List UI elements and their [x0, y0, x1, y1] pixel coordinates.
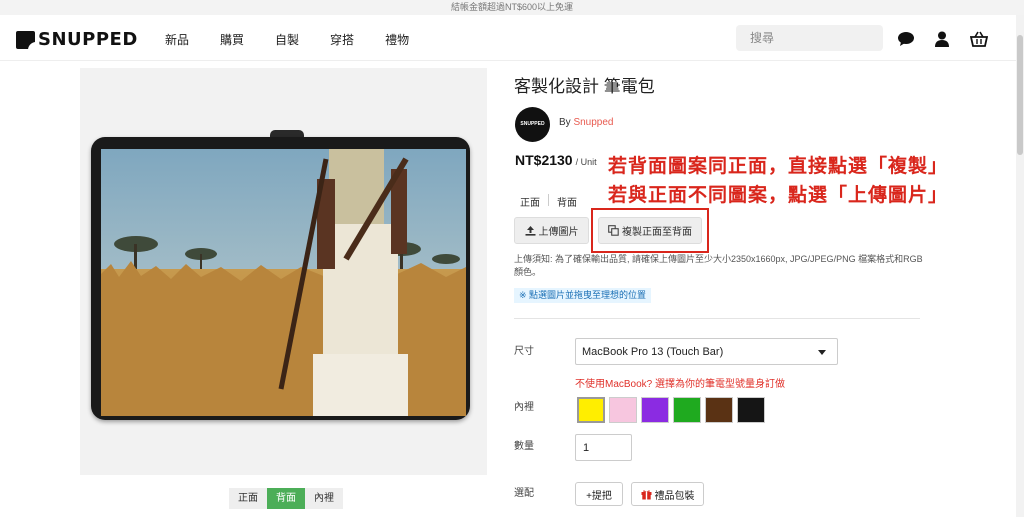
lining-swatch-purple[interactable]: [641, 397, 669, 423]
lining-swatch-green[interactable]: [673, 397, 701, 423]
size-select-value: MacBook Pro 13 (Touch Bar): [582, 346, 724, 358]
product-title: 客製化設計 筆電包: [514, 77, 655, 96]
divider: [514, 318, 920, 319]
search-input[interactable]: 搜尋: [736, 25, 883, 51]
lining-swatch-yellow[interactable]: [577, 397, 605, 423]
side-tab-back[interactable]: 背面: [557, 194, 577, 209]
side-tab-front[interactable]: 正面: [520, 194, 540, 209]
nav-item-new[interactable]: 新品: [165, 31, 189, 48]
design-photo[interactable]: [101, 149, 466, 416]
view-tab-back[interactable]: 背面: [267, 488, 305, 509]
option-handle-button[interactable]: +提把: [575, 482, 623, 506]
drag-hint: ※ 點選圖片並拖曳至理想的位置: [514, 288, 652, 303]
chevron-down-icon: [818, 350, 826, 355]
annotation-line-1: 若背面圖案同正面，直接點選「複製」: [608, 156, 949, 177]
option-gift-wrap-button[interactable]: 禮品包裝: [631, 482, 704, 506]
product-price: NT$2130/ Unit: [515, 152, 597, 168]
main-nav: 新品 購買 自製 穿搭 禮物: [165, 31, 440, 48]
quantity-input[interactable]: 1: [575, 434, 632, 461]
size-select[interactable]: MacBook Pro 13 (Touch Bar): [575, 338, 838, 365]
lining-label: 內裡: [514, 402, 534, 413]
logo[interactable]: SNUPPED: [16, 29, 138, 50]
annotation-highlight-box: [591, 208, 709, 253]
gift-option-label: 禮品包裝: [654, 490, 695, 502]
side-tabs: 正面 背面: [520, 194, 577, 209]
view-tab-lining[interactable]: 內裡: [305, 488, 343, 509]
upload-note: 上傳須知: 為了確保輸出品質, 請確保上傳圖片至少大小2350x1660px, …: [514, 254, 923, 277]
price-value: NT$2130: [515, 152, 573, 168]
shipping-banner: 結帳金額超過NT$600以上免運: [0, 0, 1024, 15]
logo-text: SNUPPED: [38, 29, 138, 50]
quantity-label: 數量: [514, 441, 534, 452]
tab-separator: [548, 194, 549, 206]
upload-button-label: 上傳圖片: [538, 227, 579, 238]
logo-icon: [16, 30, 36, 50]
nav-item-shop[interactable]: 購買: [220, 31, 244, 48]
options-label: 選配: [514, 488, 534, 499]
by-label: By: [559, 117, 571, 128]
lining-swatch-pink[interactable]: [609, 397, 637, 423]
byline: By Snupped: [559, 117, 614, 128]
size-label: 尺寸: [514, 346, 534, 357]
nav-item-custom[interactable]: 自製: [275, 31, 299, 48]
chat-icon[interactable]: [897, 31, 915, 47]
page-scrollbar[interactable]: [1016, 15, 1024, 517]
preview-view-tabs: 正面 背面 內裡: [229, 488, 343, 509]
nav-item-gift[interactable]: 禮物: [385, 31, 409, 48]
lining-swatch-brown[interactable]: [705, 397, 733, 423]
price-unit: / Unit: [575, 157, 597, 167]
nav-item-outfit[interactable]: 穿搭: [330, 31, 354, 48]
brand-avatar[interactable]: SNUPPED: [515, 107, 550, 142]
annotation-line-2: 若與正面不同圖案，點選「上傳圖片」: [608, 185, 949, 206]
upload-icon: [525, 225, 535, 236]
brand-link[interactable]: Snupped: [573, 117, 613, 128]
size-warning-link[interactable]: 不使用MacBook? 選擇為你的筆電型號量身訂做: [575, 375, 785, 390]
site-header: SNUPPED 新品 購買 自製 穿搭 禮物 搜尋: [0, 15, 1024, 61]
upload-image-button[interactable]: 上傳圖片: [514, 217, 589, 244]
view-tab-front[interactable]: 正面: [229, 488, 267, 509]
cart-icon[interactable]: [970, 31, 988, 47]
user-icon[interactable]: [933, 31, 951, 47]
lining-swatch-black[interactable]: [737, 397, 765, 423]
scrollbar-thumb[interactable]: [1017, 35, 1023, 155]
gift-icon: [641, 489, 651, 499]
